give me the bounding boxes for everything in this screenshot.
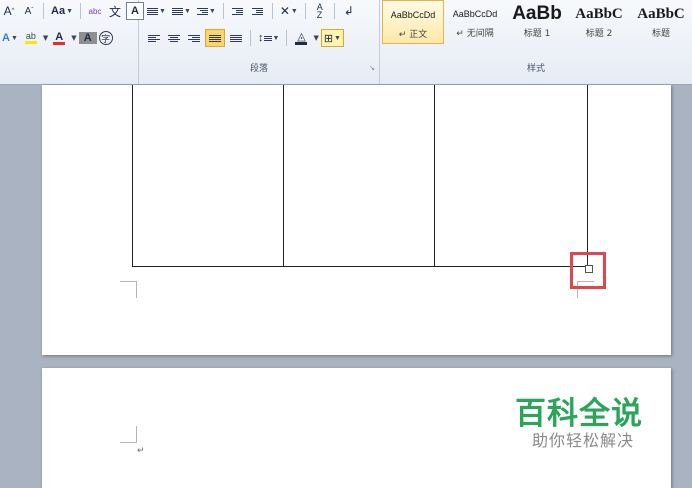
numbering-icon	[171, 7, 183, 15]
chevron-down-icon[interactable]: ▼	[313, 34, 318, 42]
multilevel-list-button[interactable]: ▼	[195, 1, 218, 21]
highlight-color-button[interactable]: ab	[22, 28, 40, 48]
margin-corner-mark	[120, 281, 137, 298]
ribbon: A ^ Aˇ Aa ▼ abc 文 A A ▼ ab ▼ A ▼ A 字 ▼ ▼…	[0, 0, 692, 85]
align-right-icon	[188, 34, 200, 42]
table-border	[283, 85, 284, 267]
table[interactable]	[132, 85, 588, 267]
numbering-button[interactable]: ▼	[170, 1, 193, 21]
clear-format-button[interactable]: abc	[86, 1, 104, 21]
separator	[43, 3, 44, 19]
styles-group-label: 样式	[526, 64, 545, 74]
table-border	[587, 85, 588, 267]
document-page[interactable]: ↵ 百科全说 助你轻松解决	[42, 368, 671, 488]
align-center-icon	[168, 34, 180, 42]
style-name: ↵ 正文	[398, 30, 428, 40]
chinese-layout-button[interactable]: ✕ ▼	[278, 1, 300, 21]
character-shading-button[interactable]: A	[78, 32, 97, 44]
margin-corner-mark	[120, 426, 137, 443]
table-border	[434, 85, 435, 267]
separator	[304, 3, 306, 19]
bullets-icon	[147, 7, 158, 15]
separator	[250, 30, 251, 46]
shrink-font-button[interactable]: Aˇ	[20, 1, 38, 21]
style-normal[interactable]: AaBbCcDd ↵ 正文	[382, 0, 444, 44]
style-heading-2[interactable]: AaBbC 标题 2	[568, 0, 630, 44]
style-sample: AaBbC	[575, 5, 623, 22]
line-spacing-button[interactable]: ↕ ▼	[256, 28, 281, 48]
decrease-indent-icon	[232, 7, 244, 15]
bullets-button[interactable]: ▼	[145, 1, 168, 21]
font-group: A ^ Aˇ Aa ▼ abc 文 A A ▼ ab ▼ A ▼ A 字	[0, 0, 144, 84]
style-sample: AaBb	[512, 4, 562, 24]
distributed-button[interactable]	[227, 28, 245, 48]
enclose-characters-button[interactable]: 字	[98, 31, 113, 45]
table-border	[132, 85, 133, 267]
increase-indent-icon	[252, 7, 264, 15]
table-border	[132, 266, 588, 267]
style-sample: AaBbC	[637, 5, 685, 22]
sort-button[interactable]: AZ	[311, 1, 329, 21]
border-grid-icon: ⊞	[323, 32, 334, 45]
align-right-button[interactable]	[185, 28, 203, 48]
highlight-box	[570, 252, 606, 289]
chevron-down-icon[interactable]: ▼	[71, 34, 76, 42]
paint-bucket-icon: ◬	[297, 30, 306, 43]
borders-button[interactable]: ⊞ ▼	[320, 29, 344, 47]
align-center-button[interactable]	[165, 28, 183, 48]
style-name: 标题 2	[585, 29, 613, 39]
shading-button[interactable]: ◬	[292, 28, 310, 48]
style-gallery: AaBbCcDd ↵ 正文 AaBbCcDd ↵ 无间隔 AaBb 标题 1 A…	[382, 0, 692, 44]
distributed-icon	[230, 34, 242, 42]
multilevel-list-icon	[196, 7, 208, 15]
style-name: 标题	[651, 29, 670, 39]
style-name: 标题 1	[523, 29, 551, 39]
justify-button[interactable]	[205, 29, 225, 47]
separator	[222, 3, 224, 19]
chevron-down-icon[interactable]: ▼	[43, 34, 48, 42]
align-left-icon	[148, 34, 160, 42]
style-no-spacing[interactable]: AaBbCcDd ↵ 无间隔	[444, 0, 506, 44]
text-effect-button[interactable]: A ▼	[0, 28, 20, 48]
change-case-button[interactable]: Aa ▼	[49, 1, 75, 21]
separator	[333, 3, 335, 19]
paragraph-mark: ↵	[137, 446, 145, 456]
styles-group: AaBbCcDd ↵ 正文 AaBbCcDd ↵ 无间隔 AaBb 标题 1 A…	[380, 0, 692, 84]
increase-indent-button[interactable]	[249, 1, 267, 21]
separator	[271, 3, 273, 19]
paragraph-group: ▼ ▼ ▼ ✕ ▼ AZ ↲ ↕ ▼ ◬ ▼ ⊞ ▼ 段落 ↘	[139, 0, 380, 84]
show-marks-button[interactable]: ↲	[340, 1, 358, 21]
watermark-subtitle: 助你轻松解决	[531, 431, 634, 450]
decrease-indent-button[interactable]	[229, 1, 247, 21]
font-color-button[interactable]: A	[50, 28, 68, 48]
style-name: ↵ 无间隔	[456, 29, 494, 39]
phonetic-guide-button[interactable]: 文	[106, 1, 124, 21]
style-sample: AaBbCcDd	[452, 9, 498, 19]
align-left-button[interactable]	[145, 28, 163, 48]
grow-font-button[interactable]: A ^	[0, 1, 18, 21]
document-page[interactable]	[42, 85, 671, 355]
style-heading-1[interactable]: AaBb 标题 1	[506, 0, 568, 44]
justify-icon	[209, 34, 221, 42]
paragraph-dialog-launcher[interactable]: ↘	[369, 64, 375, 72]
style-sample: AaBbCcDd	[390, 10, 436, 20]
separator	[286, 30, 288, 46]
paragraph-group-label: 段落	[249, 64, 268, 74]
style-title[interactable]: AaBbC 标题	[630, 0, 692, 44]
separator	[80, 3, 81, 19]
